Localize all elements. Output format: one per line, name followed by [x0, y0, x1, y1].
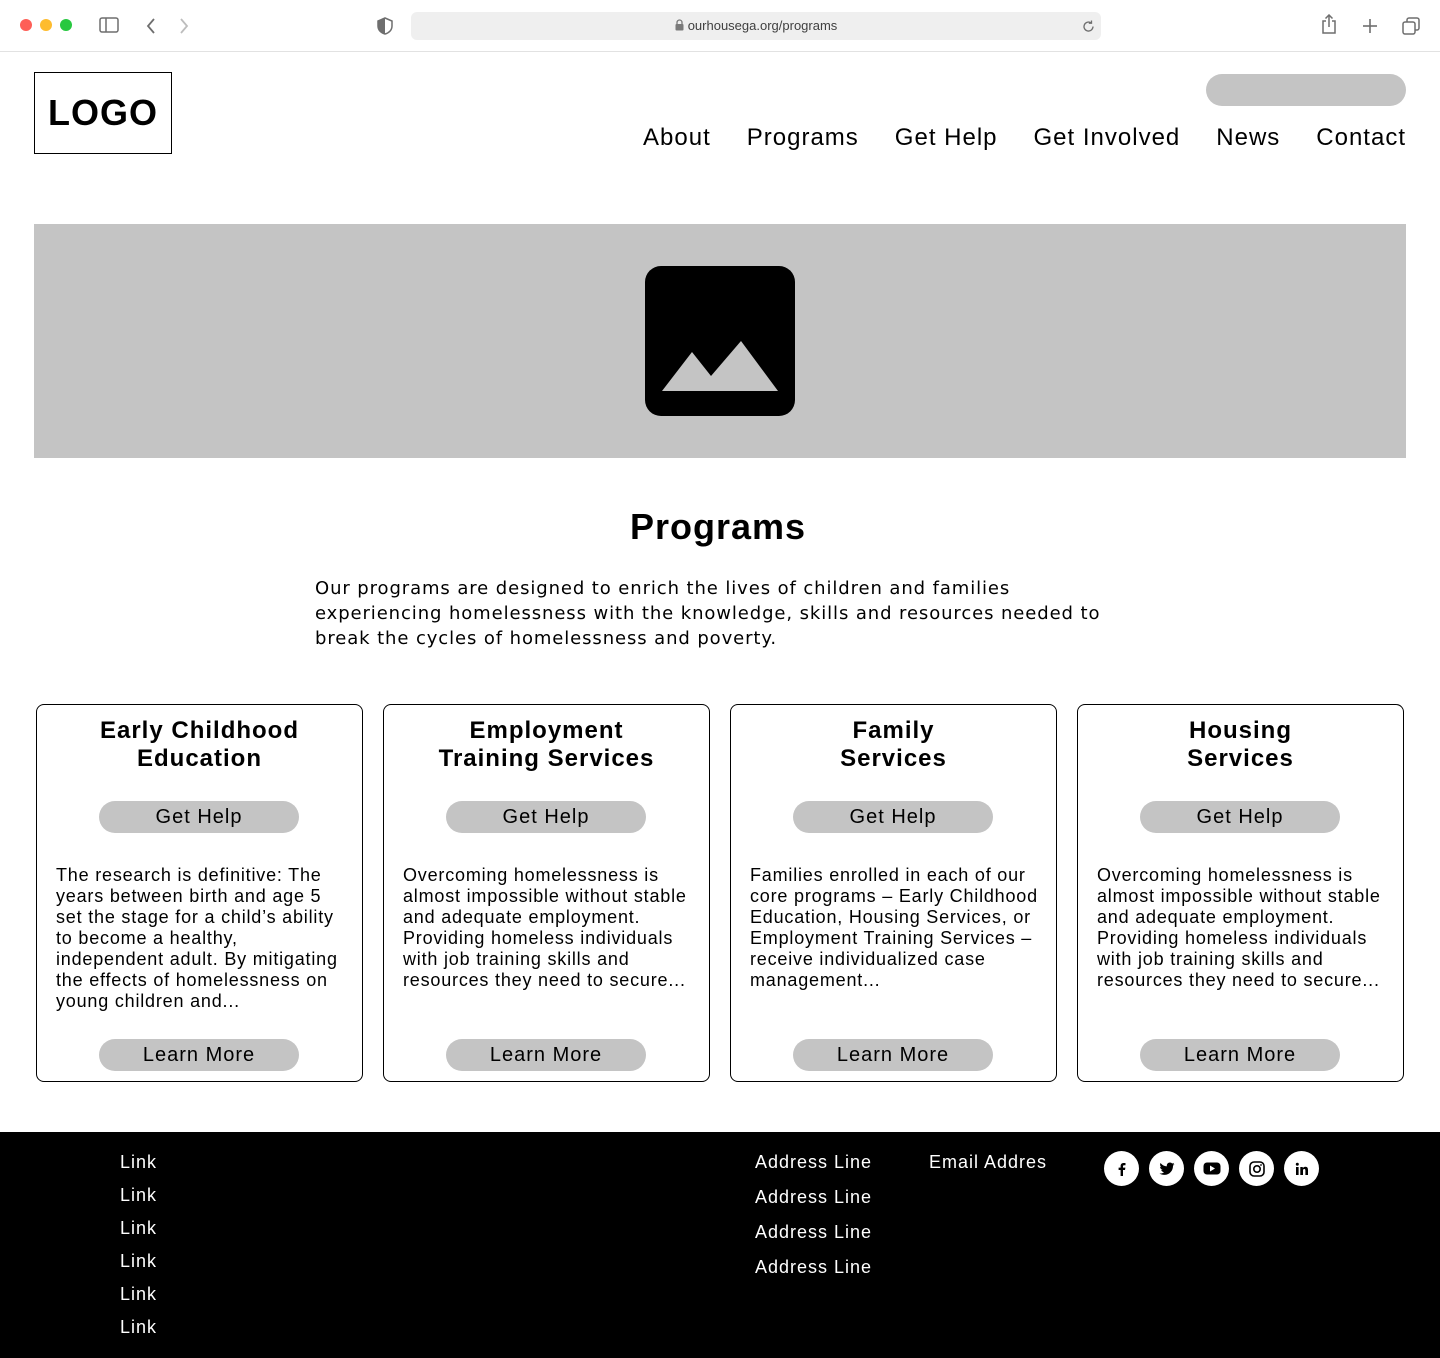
- privacy-shield-icon[interactable]: [377, 17, 393, 35]
- get-help-button[interactable]: Get Help: [793, 801, 993, 833]
- program-card-housing: Housing Services Get Help Overcoming hom…: [1077, 704, 1404, 1082]
- lock-icon: [675, 19, 684, 31]
- social-links: [1104, 1151, 1319, 1186]
- back-arrow-icon[interactable]: [145, 17, 157, 35]
- reload-icon[interactable]: [1082, 20, 1095, 33]
- zoom-window-button[interactable]: [60, 19, 72, 31]
- card-title: Early Childhood Education: [47, 717, 352, 773]
- nav-programs[interactable]: Programs: [747, 124, 859, 152]
- card-title-line: Services: [1187, 745, 1294, 772]
- program-card-family: Family Services Get Help Families enroll…: [730, 704, 1057, 1082]
- forward-arrow-icon[interactable]: [178, 17, 190, 35]
- browser-toolbar: ourhousega.org/programs: [0, 0, 1440, 52]
- instagram-icon[interactable]: [1239, 1151, 1274, 1186]
- footer-link[interactable]: Link: [120, 1218, 157, 1251]
- nav-contact[interactable]: Contact: [1316, 124, 1406, 152]
- learn-more-button[interactable]: Learn More: [793, 1039, 993, 1071]
- card-description: Families enrolled in each of our core pr…: [750, 865, 1038, 990]
- footer-link[interactable]: Link: [120, 1185, 157, 1218]
- youtube-icon[interactable]: [1194, 1151, 1229, 1186]
- nav-get-help[interactable]: Get Help: [895, 124, 998, 152]
- image-placeholder-icon: [645, 266, 795, 416]
- card-title: Employment Training Services: [394, 717, 699, 773]
- card-title-line: Education: [136, 745, 262, 772]
- footer-address: Address Line Address Line Address Line A…: [755, 1152, 872, 1292]
- card-title: Family Services: [741, 717, 1046, 773]
- card-description: Overcoming homelessness is almost imposs…: [1097, 865, 1381, 990]
- learn-more-button[interactable]: Learn More: [446, 1039, 646, 1071]
- nav-get-involved[interactable]: Get Involved: [1034, 124, 1181, 152]
- linkedin-icon[interactable]: [1284, 1151, 1319, 1186]
- search-input[interactable]: [1206, 74, 1406, 106]
- learn-more-button[interactable]: Learn More: [99, 1039, 299, 1071]
- sidebar-toggle-icon[interactable]: [99, 17, 119, 33]
- main-nav: About Programs Get Help Get Involved New…: [643, 124, 1406, 152]
- footer-links: Link Link Link Link Link Link: [120, 1152, 157, 1350]
- card-title-line: Services: [840, 745, 947, 772]
- get-help-button[interactable]: Get Help: [446, 801, 646, 833]
- footer-link[interactable]: Link: [120, 1284, 157, 1317]
- address-bar[interactable]: ourhousega.org/programs: [411, 12, 1101, 40]
- card-title-line: Training Services: [438, 745, 655, 772]
- learn-more-button[interactable]: Learn More: [1140, 1039, 1340, 1071]
- card-description: The research is definitive: The years be…: [56, 865, 338, 1011]
- intro-paragraph: Our programs are designed to enrich the …: [315, 578, 1101, 649]
- card-title: Housing Services: [1088, 717, 1393, 773]
- program-card-early-childhood: Early Childhood Education Get Help The r…: [36, 704, 363, 1082]
- site-footer: Link Link Link Link Link Link Address Li…: [0, 1132, 1440, 1358]
- page-title: Programs: [629, 506, 807, 547]
- address-line: Address Line: [755, 1222, 873, 1242]
- nav-news[interactable]: News: [1216, 124, 1280, 152]
- address-line: Address Line: [755, 1257, 873, 1277]
- url-display: ourhousega.org/programs: [411, 18, 1101, 33]
- program-card-employment: Employment Training Services Get Help Ov…: [383, 704, 710, 1082]
- new-tab-icon[interactable]: [1362, 18, 1378, 34]
- site-logo[interactable]: LOGO: [34, 72, 172, 154]
- url-text: ourhousega.org/programs: [687, 18, 838, 33]
- tab-overview-icon[interactable]: [1402, 17, 1420, 35]
- footer-link[interactable]: Link: [120, 1152, 157, 1185]
- twitter-icon[interactable]: [1149, 1151, 1184, 1186]
- share-icon[interactable]: [1321, 14, 1337, 34]
- get-help-button[interactable]: Get Help: [1140, 801, 1340, 833]
- card-title-line: Early Childhood: [99, 717, 299, 744]
- footer-email[interactable]: Email Addres: [929, 1152, 1047, 1173]
- hero-image-placeholder: [34, 224, 1406, 458]
- card-title-line: Family: [852, 717, 935, 744]
- footer-link[interactable]: Link: [120, 1251, 157, 1284]
- card-description: Overcoming homelessness is almost imposs…: [403, 865, 687, 990]
- address-line: Address Line: [755, 1152, 873, 1172]
- card-title-line: Housing: [1189, 717, 1292, 744]
- card-title-line: Employment: [469, 717, 624, 744]
- minimize-window-button[interactable]: [40, 19, 52, 31]
- footer-link[interactable]: Link: [120, 1317, 157, 1350]
- facebook-icon[interactable]: [1104, 1151, 1139, 1186]
- get-help-button[interactable]: Get Help: [99, 801, 299, 833]
- nav-about[interactable]: About: [643, 124, 711, 152]
- close-window-button[interactable]: [20, 19, 32, 31]
- address-line: Address Line: [755, 1187, 873, 1207]
